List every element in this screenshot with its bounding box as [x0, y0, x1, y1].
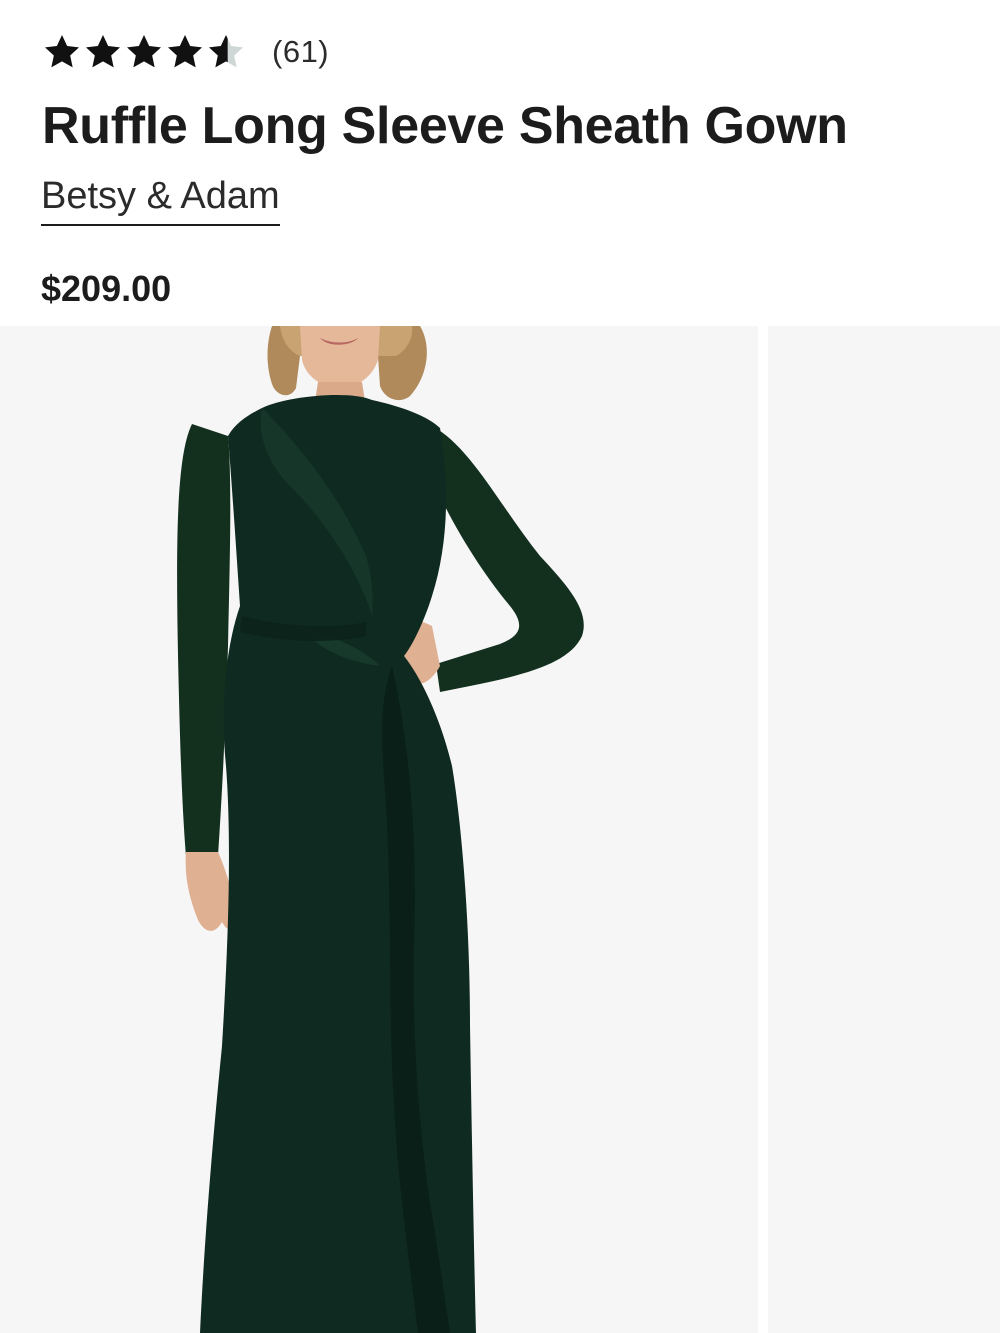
product-image-gallery[interactable]: [0, 326, 1000, 1333]
star-full-icon: [168, 35, 202, 68]
product-page: (61) Ruffle Long Sleeve Sheath Gown Bets…: [0, 0, 1000, 1333]
next-product-photo[interactable]: [768, 326, 1000, 1333]
star-full-icon: [127, 35, 161, 68]
star-rating: [42, 32, 246, 72]
star-half-icon: [209, 35, 243, 68]
dress-model-photo: [0, 326, 758, 1333]
star-full-icon: [45, 35, 79, 68]
product-price: $209.00: [41, 268, 172, 309]
review-count[interactable]: (61): [272, 34, 329, 70]
rating-row[interactable]: (61): [42, 30, 329, 74]
primary-product-photo[interactable]: [0, 326, 758, 1333]
brand-link[interactable]: Betsy & Adam: [41, 175, 280, 226]
star-full-icon: [86, 35, 120, 68]
product-title: Ruffle Long Sleeve Sheath Gown: [42, 97, 848, 155]
